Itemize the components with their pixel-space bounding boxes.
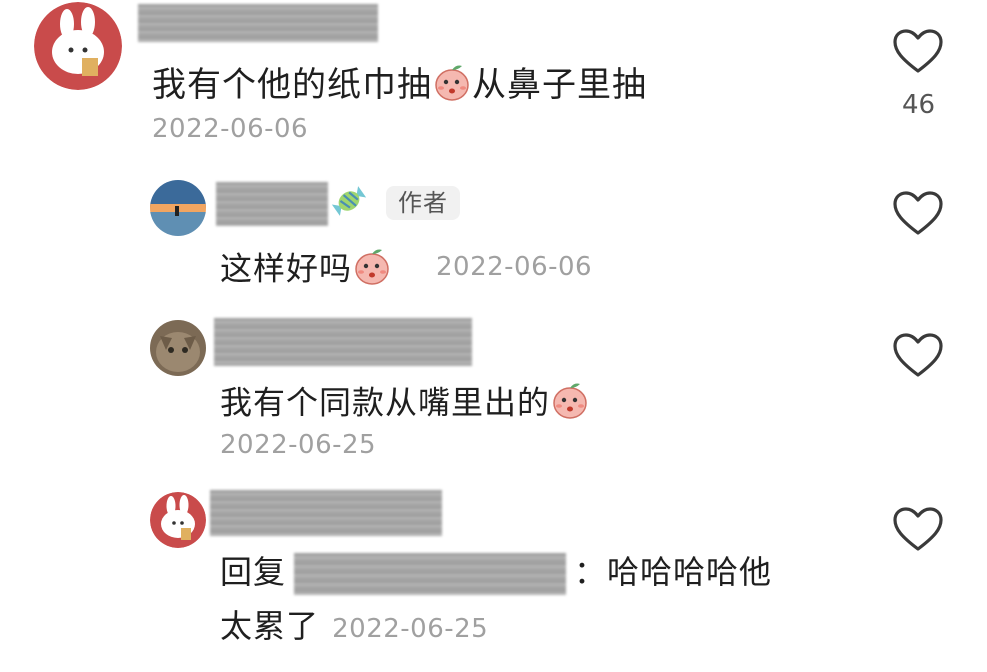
peach-face-emoji-icon (352, 246, 392, 295)
reply-text-part: 太累了 (220, 607, 320, 645)
comment-date: 2022-06-06 (152, 114, 309, 144)
reply-date: 2022-06-25 (220, 430, 377, 460)
heart-outline-icon (893, 507, 943, 551)
username-blurred[interactable] (216, 182, 328, 226)
reply-prefix: 回复 (220, 553, 287, 591)
author-badge: 作者 (386, 186, 460, 220)
like-button[interactable] (892, 28, 944, 76)
comment-text-part: 从鼻子里抽 (472, 65, 647, 105)
reply-date: 2022-06-06 (436, 252, 593, 282)
reply-text-line2: 太累了 2022-06-25 (220, 606, 488, 646)
reply-date: 2022-06-25 (332, 614, 489, 644)
reply-text: 我有个同款从嘴里出的 (220, 380, 590, 429)
username-blurred[interactable] (138, 4, 378, 42)
comment-text: 我有个他的纸巾抽 从鼻子里抽 (152, 62, 647, 111)
avatar[interactable] (150, 180, 206, 236)
like-count: 46 (902, 90, 936, 120)
reply-text: 这样好吗 (220, 246, 392, 295)
reply-text-part: 这样好吗 (220, 249, 353, 288)
avatar[interactable] (34, 2, 122, 90)
reply-text-part: 哈哈哈哈他 (607, 553, 773, 591)
comment-text-part: 我有个他的纸巾抽 (152, 65, 432, 105)
reply-text: 回复 ：哈哈哈哈他 (220, 552, 772, 595)
reply-text-part: 我有个同款从嘴里出的 (220, 383, 551, 422)
avatar[interactable] (150, 320, 206, 376)
heart-outline-icon (893, 191, 943, 235)
avatar[interactable] (150, 492, 206, 548)
username-blurred[interactable] (210, 490, 442, 536)
candy-icon (330, 180, 368, 222)
peach-face-emoji-icon (550, 380, 590, 429)
like-button[interactable] (892, 506, 944, 554)
heart-outline-icon (893, 333, 943, 377)
peach-face-emoji-icon (432, 62, 472, 111)
like-button[interactable] (892, 190, 944, 238)
heart-outline-icon (893, 29, 943, 73)
mentioned-user-blurred[interactable] (294, 553, 567, 595)
username-blurred[interactable] (214, 318, 472, 366)
like-button[interactable] (892, 332, 944, 380)
reply-separator: ： (574, 553, 608, 591)
